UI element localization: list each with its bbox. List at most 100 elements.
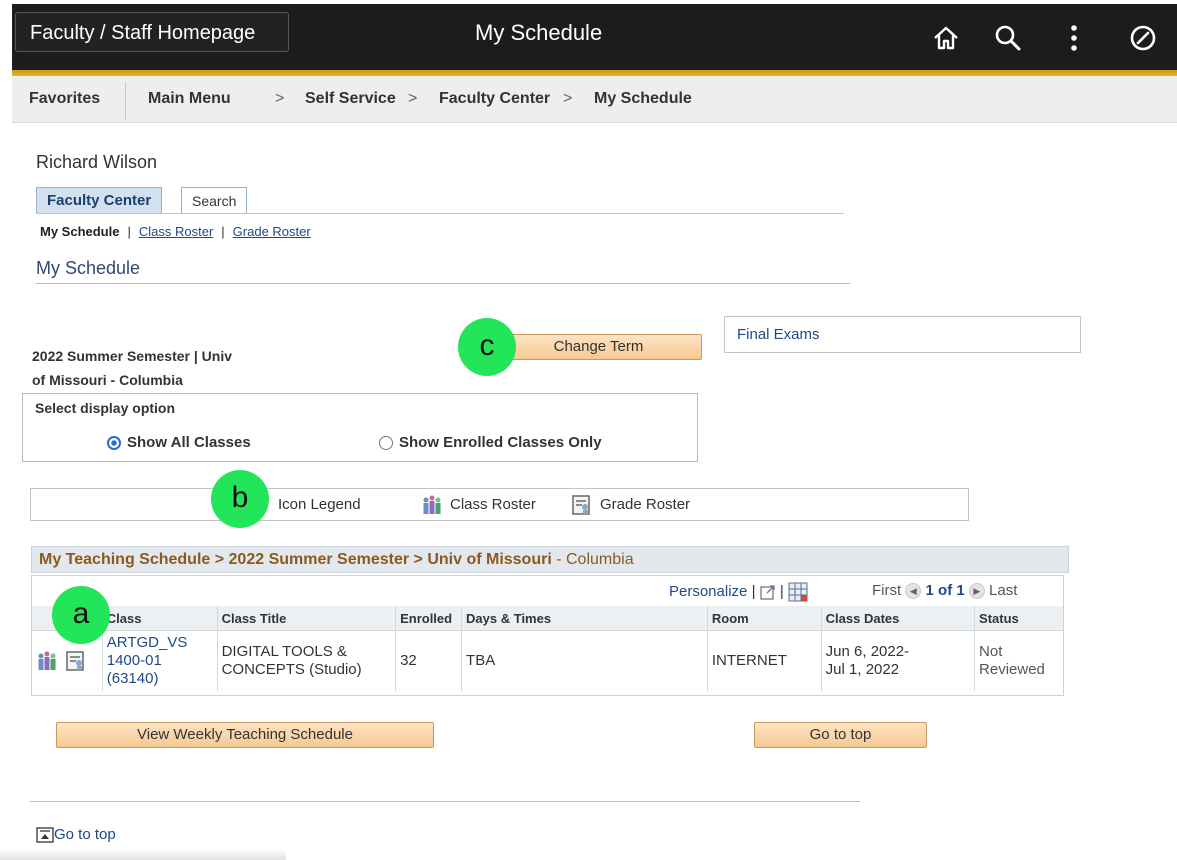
- column-header-status: Status: [974, 606, 1063, 631]
- footer-divider: [30, 801, 860, 802]
- annotation-marker-b: b: [211, 470, 269, 528]
- class-title-cell: DIGITAL TOOLS & CONCEPTS (Studio): [217, 630, 397, 691]
- column-header-class-title: Class Title: [217, 606, 397, 631]
- footer-go-to-top-label: Go to top: [54, 826, 116, 843]
- term-label: 2022 Summer Semester | Univ of Missouri …: [32, 344, 292, 392]
- footer-go-to-top-link[interactable]: Go to top: [36, 826, 116, 843]
- days-times-cell: TBA: [461, 630, 708, 691]
- section-heading: My Schedule: [36, 258, 141, 278]
- breadcrumb-my-schedule[interactable]: My Schedule: [594, 90, 692, 108]
- status-line-1: Not: [979, 643, 1003, 660]
- final-exams-box: Final Exams: [724, 316, 1081, 353]
- class-title-line-2: CONCEPTS (Studio): [221, 661, 362, 678]
- class-roster-icon[interactable]: [34, 650, 60, 672]
- class-number: (63140): [106, 670, 159, 687]
- breadcrumb-separator: >: [408, 90, 418, 107]
- class-dates-cell: Jun 6, 2022- Jul 1, 2022: [821, 630, 976, 691]
- term-line-1: 2022 Summer Semester | Univ: [32, 348, 233, 364]
- page-title: My Schedule: [475, 20, 603, 45]
- breadcrumb-self-service[interactable]: Self Service: [305, 90, 396, 108]
- grid-toolbar: Personalize | |: [669, 582, 808, 602]
- subnav-class-roster[interactable]: Class Roster: [139, 224, 213, 239]
- final-exams-link[interactable]: Final Exams: [737, 326, 820, 343]
- icon-legend-title: Icon Legend: [278, 496, 361, 513]
- breadcrumb: Favorites Main Menu > Self Service > Fac…: [12, 76, 1177, 123]
- subnav-my-schedule: My Schedule: [40, 224, 120, 239]
- class-roster-icon: [423, 495, 441, 514]
- favorites-menu[interactable]: Favorites: [29, 90, 100, 108]
- pagination-first[interactable]: First: [872, 582, 901, 599]
- sub-navigation: My Schedule | Class Roster | Grade Roster: [40, 224, 311, 239]
- toolbar-divider: |: [751, 582, 756, 600]
- icon-legend-box: Icon Legend Class Roster Grade Roster: [30, 488, 969, 521]
- column-header-days-times: Days & Times: [461, 606, 708, 631]
- homepage-button[interactable]: Faculty / Staff Homepage: [15, 12, 289, 52]
- status-cell: Not Reviewed: [974, 630, 1063, 691]
- room-cell: INTERNET: [707, 630, 822, 691]
- view-weekly-schedule-label: View Weekly Teaching Schedule: [137, 726, 353, 743]
- more-vertical-icon[interactable]: [1054, 18, 1094, 58]
- radio-label: Show All Classes: [127, 434, 251, 451]
- search-icon[interactable]: [988, 18, 1028, 58]
- radio-unselected-icon[interactable]: [379, 435, 393, 450]
- subnav-grade-roster[interactable]: Grade Roster: [233, 224, 311, 239]
- grade-roster-icon[interactable]: [64, 650, 88, 672]
- next-page-icon[interactable]: ▶: [968, 583, 985, 600]
- top-nav-bar: Faculty / Staff Homepage My Schedule: [12, 4, 1177, 70]
- change-term-label: Change Term: [553, 338, 644, 355]
- go-to-top-label: Go to top: [809, 726, 872, 743]
- home-icon[interactable]: [926, 18, 966, 58]
- radio-selected-icon[interactable]: [107, 435, 121, 450]
- tab-faculty-center[interactable]: Faculty Center: [36, 187, 163, 213]
- legend-class-roster-label: Class Roster: [450, 496, 536, 513]
- bottom-shadow: [0, 848, 286, 860]
- grade-roster-icon: [572, 495, 590, 515]
- teaching-schedule-header-main: My Teaching Schedule > 2022 Summer Semes…: [39, 551, 552, 568]
- pagination-last[interactable]: Last: [989, 582, 1017, 599]
- class-dates-start: Jun 6, 2022-: [825, 643, 910, 660]
- previous-page-icon[interactable]: ◀: [905, 583, 922, 600]
- homepage-button-label: Faculty / Staff Homepage: [30, 22, 256, 44]
- radio-show-enrolled-only[interactable]: Show Enrolled Classes Only: [379, 434, 602, 451]
- nav-bar-icon[interactable]: [1123, 18, 1163, 58]
- breadcrumb-faculty-center[interactable]: Faculty Center: [439, 90, 550, 108]
- column-header-room: Room: [707, 606, 822, 631]
- teaching-schedule-header-suffix: - Columbia: [551, 551, 634, 568]
- table-row: ARTGD_VS 1400-01 (63140) DIGITAL TOOLS &…: [32, 630, 1063, 691]
- user-name: Richard Wilson: [36, 152, 158, 172]
- teaching-schedule-header: My Teaching Schedule > 2022 Summer Semes…: [31, 546, 1069, 573]
- breadcrumb-separator: >: [563, 90, 573, 107]
- enrolled-cell: 32: [395, 630, 463, 691]
- class-link[interactable]: ARTGD_VS 1400-01 (63140): [102, 630, 218, 691]
- section-divider: [36, 283, 850, 284]
- radio-show-all-classes[interactable]: Show All Classes: [107, 434, 251, 451]
- view-weekly-schedule-button[interactable]: View Weekly Teaching Schedule: [56, 722, 434, 748]
- tab-underline: [36, 213, 844, 214]
- class-code: ARTGD_VS: [106, 634, 188, 651]
- class-section: 1400-01: [106, 652, 162, 669]
- change-term-button[interactable]: Change Term: [495, 334, 702, 360]
- toolbar-divider: |: [779, 582, 784, 600]
- tab-search[interactable]: Search: [181, 187, 248, 213]
- personalize-link[interactable]: Personalize: [669, 583, 747, 600]
- annotation-marker-a: a: [52, 586, 110, 644]
- subnav-divider: |: [127, 224, 131, 239]
- subnav-divider: |: [221, 224, 225, 239]
- view-all-icon[interactable]: [759, 584, 776, 600]
- grid-pagination: First ◀ 1 of 1 ▶ Last: [872, 582, 1017, 600]
- go-to-top-button[interactable]: Go to top: [754, 722, 927, 748]
- download-spreadsheet-icon[interactable]: [788, 582, 808, 602]
- class-dates-end: Jul 1, 2022: [825, 661, 900, 678]
- schedule-table: Class Class Title Enrolled Days & Times …: [32, 606, 1063, 691]
- go-to-top-icon[interactable]: [36, 826, 54, 843]
- class-title-line-1: DIGITAL TOOLS &: [221, 643, 347, 660]
- pagination-count: 1 of 1: [925, 582, 965, 599]
- table-header-row: Class Class Title Enrolled Days & Times …: [32, 606, 1063, 631]
- annotation-marker-c: c: [458, 318, 516, 376]
- display-option-box: Select display option Show All Classes S…: [22, 393, 698, 462]
- legend-grade-roster-label: Grade Roster: [600, 496, 691, 513]
- main-menu[interactable]: Main Menu: [148, 90, 231, 108]
- column-header-class-dates: Class Dates: [821, 606, 976, 631]
- breadcrumb-divider: [125, 82, 126, 120]
- display-option-title: Select display option: [35, 400, 176, 416]
